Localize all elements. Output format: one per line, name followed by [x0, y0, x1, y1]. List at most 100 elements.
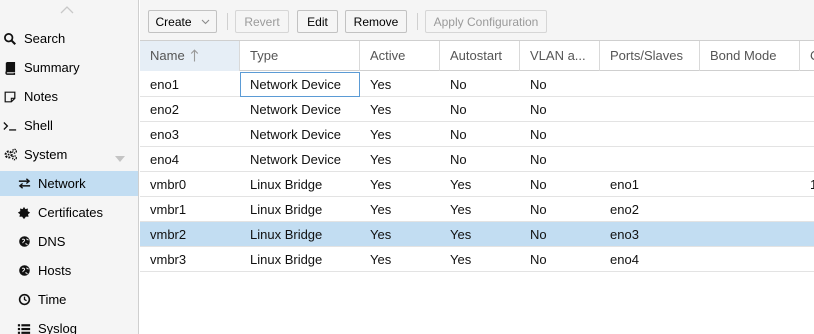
table-cell: Yes — [450, 252, 472, 267]
column-header-ports-slaves[interactable]: Ports/Slaves — [600, 41, 700, 71]
table-row[interactable]: vmbr3 Linux Bridge Yes Yes No eno4 — [140, 247, 814, 272]
create-button[interactable]: Create — [148, 10, 217, 33]
edit-button[interactable]: Edit — [297, 10, 338, 33]
table-cell — [700, 172, 800, 197]
clock-icon — [16, 292, 32, 308]
sidebar-item-hosts[interactable]: Hosts — [0, 258, 138, 283]
table-cell: eno1 — [610, 177, 639, 192]
table-cell: Network Device — [250, 102, 342, 117]
table-cell: vmbr3 — [150, 252, 187, 267]
sidebar-item-syslog[interactable]: Syslog — [0, 316, 138, 334]
table-cell: No — [450, 152, 467, 167]
column-header-label: Name — [150, 48, 185, 63]
create-button-label: Create — [155, 14, 192, 29]
column-header-bond-mode[interactable]: Bond Mode — [700, 41, 800, 71]
sidebar-item-label: Certificates — [38, 205, 104, 220]
apply-configuration-label: Apply Configuration — [433, 14, 539, 29]
table-cell: No — [530, 252, 547, 267]
table-cell: Network Device — [240, 72, 360, 97]
revert-button-label: Revert — [244, 14, 280, 29]
table-cell: No — [450, 127, 467, 142]
table-cell: eno2 — [610, 202, 639, 217]
table-cell — [700, 97, 800, 122]
column-header-c[interactable]: C — [800, 41, 814, 71]
table-row[interactable]: eno1 Network Device Yes No No — [140, 72, 814, 97]
sidebar-item-network[interactable]: Network — [0, 171, 138, 196]
table-cell: Yes — [450, 227, 472, 242]
apply-configuration-button[interactable]: Apply Configuration — [425, 10, 547, 33]
sort-ascending-icon — [190, 48, 199, 63]
revert-button[interactable]: Revert — [235, 10, 289, 33]
sidebar-item-label: Summary — [24, 60, 80, 75]
globe-icon — [16, 234, 32, 250]
network-grid: Name Type Active Autostart VLAN a... Ports/Sl… — [140, 41, 814, 334]
column-header-label: Active — [370, 48, 406, 63]
sidebar-item-label: System — [24, 147, 68, 162]
table-cell: Linux Bridge — [250, 227, 323, 242]
table-cell: Yes — [370, 102, 392, 117]
column-header-label: C — [810, 48, 814, 63]
table-cell: Linux Bridge — [250, 252, 323, 267]
column-header-label: Ports/Slaves — [610, 48, 683, 63]
caret-down-icon[interactable] — [115, 150, 125, 165]
table-cell: eno4 — [610, 252, 639, 267]
table-cell: eno4 — [150, 152, 179, 167]
table-cell: eno1 — [150, 77, 179, 92]
table-row[interactable]: vmbr0 Linux Bridge Yes Yes No eno1 1 — [140, 172, 814, 197]
table-cell: eno3 — [150, 127, 179, 142]
search-icon — [2, 31, 18, 47]
certificate-icon — [16, 205, 32, 221]
table-cell — [700, 147, 800, 172]
terminal-icon — [2, 118, 18, 134]
sidebar-item-notes[interactable]: Notes — [0, 84, 138, 109]
column-header-type[interactable]: Type — [240, 41, 360, 71]
sidebar-item-label: Syslog — [38, 321, 78, 334]
gears-icon — [2, 147, 18, 163]
table-row[interactable]: vmbr1 Linux Bridge Yes Yes No eno2 — [140, 197, 814, 222]
column-header-autostart[interactable]: Autostart — [440, 41, 520, 71]
table-row[interactable]: eno3 Network Device Yes No No — [140, 122, 814, 147]
table-cell — [800, 197, 814, 222]
table-row[interactable]: eno4 Network Device Yes No No — [140, 147, 814, 172]
table-row[interactable]: vmbr2 Linux Bridge Yes Yes No eno3 — [140, 222, 814, 247]
sidebar-item-label: Shell — [24, 118, 53, 133]
column-header-active[interactable]: Active — [360, 41, 440, 71]
remove-button[interactable]: Remove — [345, 10, 407, 33]
table-cell — [800, 247, 814, 272]
table-cell: 1 — [810, 177, 814, 192]
chevron-up-icon[interactable] — [59, 4, 75, 16]
table-cell — [800, 122, 814, 147]
table-cell: Network Device — [250, 127, 342, 142]
table-cell: vmbr2 — [150, 227, 187, 242]
table-cell: vmbr1 — [150, 202, 187, 217]
note-icon — [2, 89, 18, 105]
table-cell — [600, 97, 700, 122]
toolbar-separator — [227, 13, 228, 30]
table-cell — [700, 122, 800, 147]
sidebar-item-label: DNS — [38, 234, 66, 249]
remove-button-label: Remove — [353, 14, 399, 29]
column-header-vlan-a[interactable]: VLAN a... — [520, 41, 600, 71]
table-cell — [700, 197, 800, 222]
globe-icon — [16, 263, 32, 279]
table-row[interactable]: eno2 Network Device Yes No No — [140, 97, 814, 122]
sidebar-item-certificates[interactable]: Certificates — [0, 200, 138, 225]
table-cell: Linux Bridge — [250, 177, 323, 192]
sidebar-item-search[interactable]: Search — [0, 26, 138, 51]
list-icon — [16, 321, 32, 334]
table-cell: Yes — [370, 152, 392, 167]
sidebar-item-shell[interactable]: Shell — [0, 113, 138, 138]
table-cell: No — [530, 177, 547, 192]
sidebar-item-time[interactable]: Time — [0, 287, 138, 312]
exchange-icon — [16, 176, 32, 192]
table-cell: No — [530, 152, 547, 167]
sidebar-item-system[interactable]: System — [0, 142, 138, 167]
table-cell: Yes — [450, 202, 472, 217]
column-header-label: VLAN a... — [530, 48, 586, 63]
sidebar-item-dns[interactable]: DNS — [0, 229, 138, 254]
table-cell: No — [530, 127, 547, 142]
table-cell: No — [450, 77, 467, 92]
table-cell: eno3 — [610, 227, 639, 242]
column-header-name[interactable]: Name — [140, 41, 240, 71]
sidebar-item-summary[interactable]: Summary — [0, 55, 138, 80]
